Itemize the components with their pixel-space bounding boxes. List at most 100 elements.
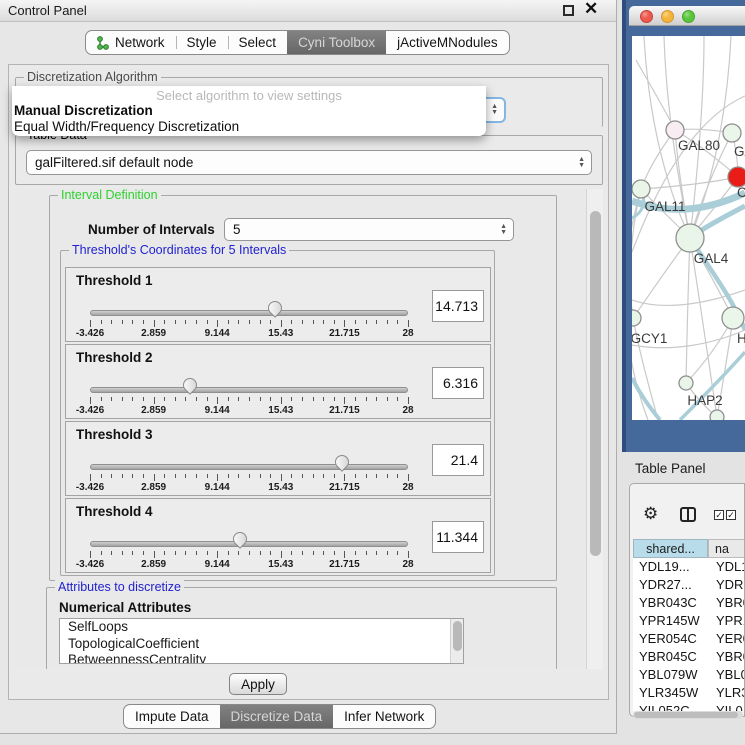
threshold-4-slider-thumb[interactable] [231,529,251,549]
number-of-intervals-combobox[interactable]: 5 ▲▼ [224,218,514,241]
threshold-1-slider-thumb[interactable] [265,298,285,318]
network-edge[interactable] [641,177,738,189]
network-node[interactable] [632,180,650,198]
network-canvas[interactable]: GAL80GACGAL11GAL4GCY1HHAP2 [632,36,745,420]
float-icon[interactable] [563,5,574,16]
bottom-tab-impute-data[interactable]: Impute Data [124,705,220,728]
threshold-3-panel: Threshold 3-3.4262.8599.14415.4321.71528… [65,421,491,496]
tab-network[interactable]: Network [86,31,176,54]
network-edge[interactable] [636,60,675,130]
threshold-3-slider[interactable] [90,464,408,470]
cell-shared-name: YDR27... [639,577,692,592]
numerical-attributes-list[interactable]: SelfLoopsTopologicalCoefficientBetweenne… [59,618,464,664]
column-header-name[interactable]: na [708,539,744,558]
table-horizontal-scrollbar[interactable] [633,711,743,719]
zoom-light-icon[interactable] [682,10,695,23]
network-node-label: GAL4 [694,251,729,266]
cell-shared-name: YLR345W [639,685,698,700]
threshold-2-value-field[interactable]: 6.316 [432,367,484,399]
table-row[interactable]: YBR043CYBR0 [633,594,744,612]
table-row[interactable]: YER054CYER0 [633,630,744,648]
network-node-label: GCY1 [632,331,667,346]
table-data-combobox[interactable]: galFiltered.sif default node ▲▼ [26,150,592,175]
network-edge[interactable] [641,130,675,189]
split-columns-icon[interactable] [680,507,696,522]
checkbox-icon[interactable]: ✓ [714,510,724,520]
cell-name: YBR0 [716,649,744,664]
table-row[interactable]: YLR345WYLR3 [633,684,744,702]
threshold-4-value-field[interactable]: 11.344 [432,521,484,553]
cell-name: YBR0 [716,595,744,610]
table-panel-title: Table Panel [635,461,706,476]
network-node-label: H [737,331,745,346]
slider-tick-labels: -3.4262.8599.14415.4321.71528 [90,328,408,340]
control-panel-title: Control Panel [8,3,87,18]
attributes-list-scrollbar[interactable] [450,619,463,663]
minimize-light-icon[interactable] [661,10,674,23]
control-panel-window: Control Panel ✕ NetworkStyleSelectCyni T… [0,0,617,734]
network-node[interactable] [676,224,704,252]
discretization-algorithm-label: Discretization Algorithm [24,70,161,84]
cyni-toolbox-panel: Discretization Algorithm ▲▼ Table Data g… [8,64,609,700]
table-scroll-thumb[interactable] [634,712,738,718]
threshold-2-slider[interactable] [90,387,408,393]
threshold-1-panel: Threshold 1 -3.4262.8599.14415.4321.71528… [65,267,491,342]
checkbox-icon[interactable]: ✓ [726,510,736,520]
apply-button[interactable]: Apply [229,673,287,695]
combo-arrows-icon: ▲▼ [578,151,585,174]
threshold-2-slider-thumb[interactable] [180,375,200,395]
threshold-1-value-field[interactable]: 14.713 [432,290,484,322]
network-node[interactable] [723,124,741,142]
bottom-tab-discretize-data[interactable]: Discretize Data [220,705,334,728]
threshold-3-slider-thumb[interactable] [332,452,352,472]
network-edge[interactable] [686,238,690,383]
cell-shared-name: YER054C [639,631,697,646]
network-node[interactable] [728,167,745,187]
close-icon[interactable]: ✕ [584,0,598,19]
bottom-tab-label: Discretize Data [231,709,323,724]
network-node-label: HAP2 [687,393,722,408]
threshold-2-label: Threshold 2 [76,350,153,365]
thresholds-group: Threshold's Coordinates for 5 Intervals … [60,250,495,576]
attributes-list-scroll-thumb[interactable] [453,621,462,651]
tab-cyni-toolbox[interactable]: Cyni Toolbox [287,31,386,54]
tab-jactivemnodules[interactable]: jActiveMNodules [386,31,509,54]
network-node[interactable] [632,310,641,326]
threshold-3-label: Threshold 3 [76,427,153,442]
table-row[interactable]: YIL052CYIL0 [633,702,744,711]
cell-name: YPR1 [716,613,744,628]
column-header-shared-name[interactable]: shared... [633,539,708,558]
table-row[interactable]: YBR045CYBR0 [633,648,744,666]
network-node[interactable] [666,121,684,139]
algorithm-option-equal-width[interactable]: Equal Width/Frequency Discretization [14,119,239,134]
threshold-1-slider[interactable] [90,310,408,316]
network-node[interactable] [679,376,693,390]
table-row[interactable]: YDR27...YDR2 [633,576,744,594]
attributes-group: Attributes to discretize Numerical Attri… [46,587,557,669]
close-light-icon[interactable] [640,10,653,23]
threshold-4-slider[interactable] [90,541,408,547]
attribute-list-item[interactable]: TopologicalCoefficient [60,636,463,653]
gear-icon[interactable]: ⚙ [643,504,658,524]
table-row[interactable]: YBL079WYBL0 [633,666,744,684]
tab-select[interactable]: Select [228,31,288,54]
network-node[interactable] [710,410,724,420]
tab-style[interactable]: Style [176,31,228,54]
attribute-list-item[interactable]: SelfLoops [60,619,463,636]
table-row[interactable]: YPR145WYPR1 [633,612,744,630]
algorithm-option-manual[interactable]: Manual Discretization [14,103,153,118]
attribute-list-item[interactable]: BetweennessCentrality [60,652,463,664]
cell-name: YBL0 [716,667,744,682]
table-row[interactable]: YDL19...YDL1 [633,558,744,576]
threshold-3-value-field[interactable]: 21.4 [432,444,484,476]
panel-scroll-thumb[interactable] [590,211,601,556]
node-table[interactable]: shared... na YDL19...YDL1YDR27...YDR2YBR… [633,539,744,711]
threshold-1-label: Threshold 1 [76,273,153,288]
slider-tick-labels: -3.4262.8599.14415.4321.71528 [90,405,408,417]
panel-vertical-scrollbar[interactable] [586,189,603,669]
tab-label: jActiveMNodules [397,35,498,50]
network-edge[interactable] [632,189,641,318]
slider-ticks [90,397,408,405]
bottom-tab-infer-network[interactable]: Infer Network [333,705,435,728]
network-node[interactable] [722,307,744,329]
